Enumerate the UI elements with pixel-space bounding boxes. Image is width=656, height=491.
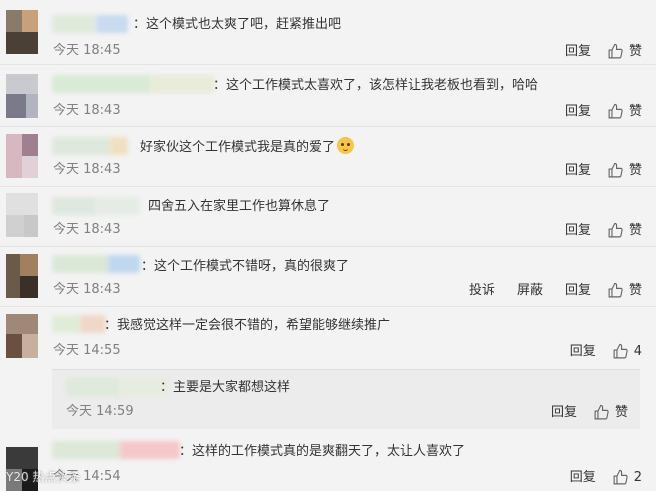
username-blurred[interactable] [110,137,128,155]
username-blurred[interactable] [66,378,121,396]
comment-actions: 回复 2 [548,469,642,486]
comment-text: 好家伙这个工作模式我是真的爱了 [140,137,355,157]
comment-actions: 回复 赞 [543,103,642,120]
thumbs-up-icon [613,343,628,359]
comment-item: ：这样的工作模式真的是爽翻天了，太让人喜欢了 今天 14:54 回复 2 [0,431,656,491]
comment-time: 今天 18:43 [53,162,121,177]
comment-item: ：这个工作模式太喜欢了，该怎样让我老板也看到，哈哈 今天 18:43 回复 赞 [0,65,656,127]
username-blurred[interactable] [150,75,215,93]
reply-button[interactable]: 回复 [570,470,596,486]
avatar[interactable] [6,314,38,358]
comment-time: 今天 18:43 [53,222,121,237]
thumbs-up-icon [608,162,623,178]
username-blurred[interactable] [52,15,97,33]
comment-text: ：这个模式也太爽了吧，赶紧推出吧 [133,17,342,32]
dog-face-emoji-icon [337,137,355,154]
like-button[interactable]: 赞 [607,103,642,120]
username-blurred[interactable] [52,441,122,459]
reply-text: ：主要是大家都想这样 [160,380,291,395]
avatar[interactable] [6,10,38,54]
comment-item: 好家伙这个工作模式我是真的爱了 今天 18:43 回复 赞 [0,127,656,187]
comment-actions: 回复 赞 [543,43,642,60]
comment-time: 今天 18:43 [53,103,121,118]
username-blurred[interactable] [52,75,152,93]
reply-item: ：主要是大家都想这样 今天 14:59 回复 赞 [52,369,640,429]
comment-actions: 回复 4 [548,343,642,360]
comment-text: ：这个工作模式不错呀，真的很爽了 [141,259,350,274]
like-label: 赞 [628,222,642,238]
like-count: 4 [633,343,642,359]
reply-actions: 回复 赞 [529,404,628,421]
watermark: Y20 热点头条 [6,470,81,484]
reply-button[interactable]: 回复 [565,104,591,120]
comment-time: 今天 18:45 [53,43,121,58]
reply-button[interactable]: 回复 [565,223,591,239]
thumbs-up-icon [613,469,628,485]
username-blurred[interactable] [120,441,180,459]
like-button[interactable]: 赞 [607,162,642,179]
thumbs-up-icon [608,43,623,59]
thumbs-up-icon [608,282,623,298]
reply-button[interactable]: 回复 [565,283,591,299]
reply-button[interactable]: 回复 [570,344,596,360]
like-button[interactable]: 4 [612,343,642,360]
comment-text-body: 好家伙这个工作模式我是真的爱了 [140,140,336,155]
comment-text: 四舍五入在家里工作也算休息了 [148,199,331,214]
avatar[interactable] [6,254,38,298]
reply-time: 今天 14:59 [66,404,134,419]
reply-button[interactable]: 回复 [565,163,591,179]
like-label: 赞 [628,103,642,119]
comment-item: ：我感觉这样一定会很不错的，希望能够继续推广 今天 14:55 回复 4 ：主要… [0,307,656,431]
avatar[interactable] [6,134,38,178]
username-blurred[interactable] [80,315,106,333]
like-label: 赞 [628,162,642,178]
like-button[interactable]: 赞 [607,222,642,239]
thumbs-up-icon [608,103,623,119]
username-blurred[interactable] [52,255,110,273]
username-blurred[interactable] [96,15,128,33]
reply-button[interactable]: 回复 [565,44,591,60]
like-label: 赞 [628,282,642,298]
comment-text: ：这样的工作模式真的是爽翻天了，太让人喜欢了 [179,444,466,459]
avatar[interactable] [6,74,38,118]
username-blurred[interactable] [108,255,140,273]
comment-time: 今天 14:55 [53,343,121,358]
report-button[interactable]: 投诉 [469,283,495,299]
avatar[interactable] [6,193,38,237]
comment-actions: 投诉 屏蔽 回复 赞 [447,282,642,299]
thumbs-up-icon [594,404,609,420]
like-button[interactable]: 赞 [607,282,642,299]
comment-item: ：这个工作模式不错呀，真的很爽了 今天 18:43 投诉 屏蔽 回复 赞 [0,247,656,307]
like-button[interactable]: 赞 [593,404,628,421]
comment-text: ：这个工作模式太喜欢了，该怎样让我老板也看到，哈哈 [213,78,539,93]
like-count: 2 [633,469,642,485]
like-label: 赞 [614,404,628,420]
block-button[interactable]: 屏蔽 [517,283,543,299]
thumbs-up-icon [608,222,623,238]
username-blurred[interactable] [95,197,140,215]
like-button[interactable]: 2 [612,469,642,486]
reply-button[interactable]: 回复 [551,405,577,421]
username-blurred[interactable] [52,197,97,215]
like-label: 赞 [628,43,642,59]
comment-text: ：我感觉这样一定会很不错的，希望能够继续推广 [104,318,391,333]
comment-item: 四舍五入在家里工作也算休息了 今天 18:43 回复 赞 [0,187,656,247]
comment-item: ：这个模式也太爽了吧，赶紧推出吧 今天 18:45 回复 赞 [0,0,656,65]
comment-actions: 回复 赞 [543,222,642,239]
username-blurred[interactable] [52,315,82,333]
like-button[interactable]: 赞 [607,43,642,60]
comment-time: 今天 18:43 [53,282,121,297]
username-blurred[interactable] [52,137,112,155]
comment-actions: 回复 赞 [543,162,642,179]
